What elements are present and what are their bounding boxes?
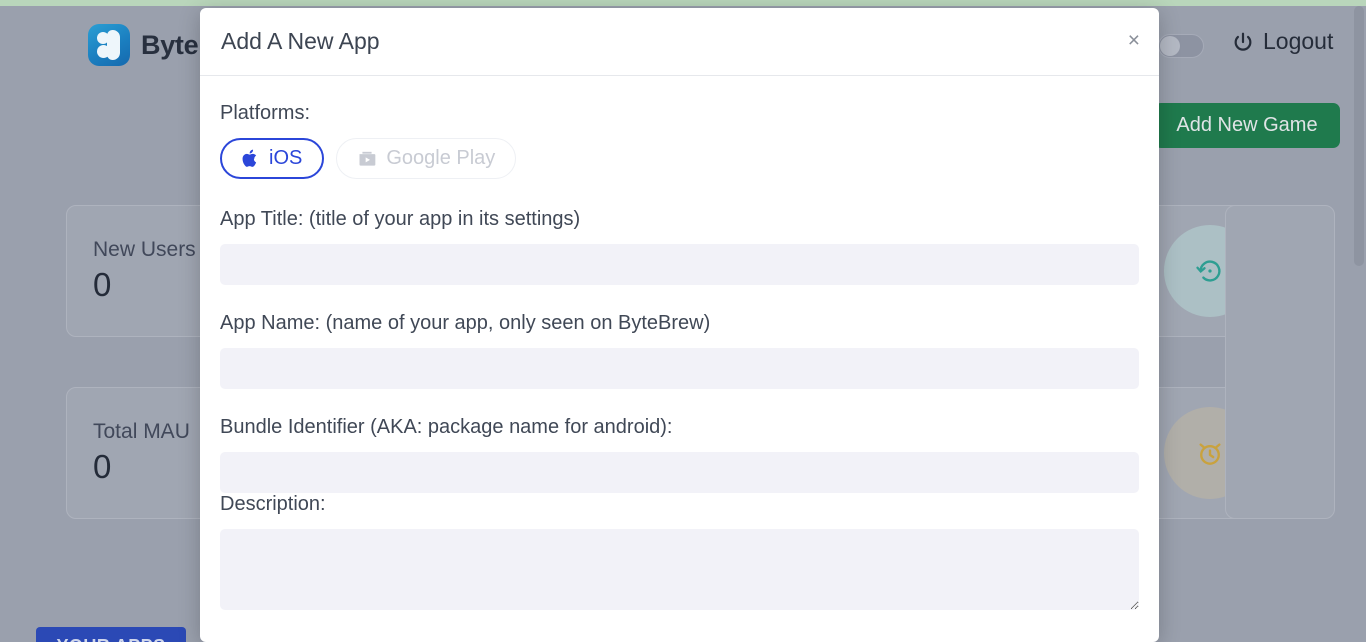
top-accent-strip	[0, 0, 1366, 6]
logout-button[interactable]: Logout	[1232, 28, 1333, 55]
add-new-app-modal: Add A New App × Platforms: iOS Google Pl…	[200, 8, 1159, 642]
modal-title: Add A New App	[221, 28, 380, 54]
close-icon[interactable]: ×	[1128, 30, 1140, 51]
platforms-label: Platforms:	[220, 102, 311, 124]
page-scrollbar[interactable]	[1352, 6, 1366, 642]
platform-label-google-play: Google Play	[386, 147, 496, 169]
stat-value: 0	[93, 266, 112, 303]
logout-label: Logout	[1263, 28, 1334, 54]
your-apps-label: YOUR APPS	[57, 636, 166, 642]
platform-option-google-play[interactable]: Google Play	[336, 138, 517, 179]
restore-history-glyph	[1196, 260, 1221, 282]
background-side-panel	[1225, 205, 1335, 519]
description-label: Description:	[220, 493, 326, 515]
apple-icon	[242, 149, 257, 167]
modal-header: Add A New App ×	[200, 8, 1159, 76]
app-title-input[interactable]	[220, 244, 1139, 285]
bytebrew-logo-icon	[88, 24, 130, 66]
power-icon	[1234, 32, 1252, 51]
scrollbar-thumb[interactable]	[1354, 6, 1364, 266]
app-name-label: App Name: (name of your app, only seen o…	[220, 312, 711, 334]
add-new-game-button[interactable]: Add New Game	[1154, 103, 1340, 148]
add-new-game-label: Add New Game	[1176, 114, 1318, 136]
app-name-input[interactable]	[220, 348, 1139, 389]
description-textarea[interactable]	[220, 529, 1139, 610]
app-title-label: App Title: (title of your app in its set…	[220, 208, 581, 230]
your-apps-tab[interactable]: YOUR APPS	[36, 627, 186, 642]
alarm-clock-glyph	[1199, 443, 1221, 465]
platform-option-ios[interactable]: iOS	[220, 138, 325, 179]
google-play-icon	[359, 151, 376, 166]
platform-label-ios: iOS	[269, 147, 303, 169]
toggle-knob	[1160, 36, 1180, 56]
bundle-identifier-input[interactable]	[220, 452, 1139, 493]
stat-label: New Users	[93, 238, 196, 261]
stat-label: Total MAU	[93, 420, 190, 443]
platform-selector: iOS Google Play	[220, 138, 1139, 179]
stat-value: 0	[93, 448, 112, 485]
theme-toggle-switch[interactable]	[1158, 34, 1204, 58]
bundle-identifier-label: Bundle Identifier (AKA: package name for…	[220, 416, 673, 438]
modal-body: Platforms: iOS Google Play App Title: (t…	[200, 76, 1159, 610]
